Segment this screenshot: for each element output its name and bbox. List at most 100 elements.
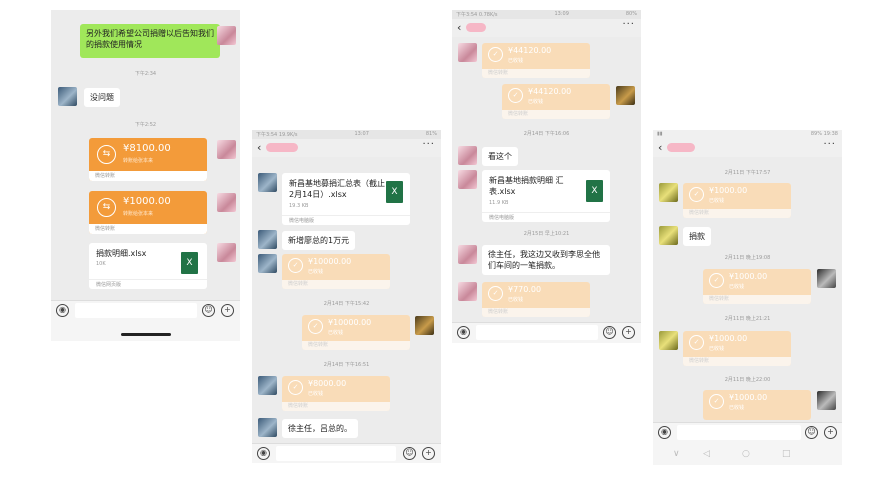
received-message-bubble[interactable]: 徐主任，我这边又收到李思全他们车间的一笔捐款。 (482, 245, 610, 275)
avatar[interactable] (659, 226, 678, 245)
received-message-bubble[interactable]: 看这个 (482, 147, 518, 166)
message-input[interactable] (276, 446, 396, 461)
transfer-card[interactable]: ✓ ¥770.00 已收钱 微信转账 (482, 282, 590, 317)
check-icon: ✓ (288, 380, 303, 395)
transfer-amount: ¥44120.00 (528, 87, 572, 96)
avatar[interactable] (217, 193, 236, 212)
transfer-card[interactable]: ✓ ¥1000.00 已收钱 微信转账 (683, 183, 791, 218)
emoji-icon[interactable]: ☺ (202, 304, 215, 317)
received-message-bubble[interactable]: 捐款 (683, 227, 711, 246)
emoji-icon[interactable]: ☺ (805, 426, 818, 439)
input-bar: ◉ ☺ + (252, 443, 441, 463)
avatar[interactable] (415, 316, 434, 335)
sent-message-bubble[interactable]: 另外我们希望公司捐赠以后告知我们的捐款使用情况 (80, 24, 220, 58)
transfer-amount: ¥10000.00 (308, 257, 352, 266)
timestamp: 2月14日 下午16:06 (523, 131, 570, 137)
transfer-card[interactable]: ✓ ¥10000.00 已收钱 微信转账 (302, 315, 410, 350)
back-icon[interactable]: ‹ (658, 141, 662, 154)
avatar[interactable] (659, 331, 678, 350)
avatar[interactable] (659, 183, 678, 202)
file-message[interactable]: 捐款明细.xlsx 10K X 微信网页版 (89, 243, 207, 289)
avatar[interactable] (458, 170, 477, 189)
transfer-card[interactable]: ✓ ¥44120.00 已收钱 微信转账 (502, 84, 610, 119)
avatar[interactable] (258, 173, 277, 192)
plus-icon[interactable]: + (824, 426, 837, 439)
received-message-bubble[interactable]: 新增廖总的1万元 (282, 231, 356, 250)
file-message[interactable]: 新昌基地捐款明细 汇表.xlsx 11.9 KB X 微信电脑版 (482, 170, 610, 222)
avatar[interactable] (258, 418, 277, 437)
avatar[interactable] (458, 282, 477, 301)
avatar[interactable] (616, 86, 635, 105)
transfer-note: 已收钱 (709, 346, 725, 352)
nav-back-icon[interactable]: ∨ (673, 449, 680, 459)
file-message[interactable]: 新昌基地募捐汇总表（截止2月14日）.xlsx 19.3 KB X 微信电脑版 (282, 173, 410, 225)
plus-icon[interactable]: + (622, 326, 635, 339)
plus-icon[interactable]: + (422, 447, 435, 460)
transfer-amount: ¥1000.00 (123, 196, 171, 207)
transfer-card[interactable]: ✓ ¥1000.00 已收钱 (703, 390, 811, 420)
transfer-amount: ¥10000.00 (328, 318, 372, 327)
message-input[interactable] (476, 325, 598, 340)
transfer-card[interactable]: ⇆ ¥1000.00 转账给张本来 微信转账 (89, 191, 207, 234)
check-icon: ✓ (488, 286, 503, 301)
check-icon: ✓ (689, 335, 704, 350)
avatar[interactable] (58, 87, 77, 106)
transfer-card[interactable]: ✓ ¥1000.00 已收钱 微信转账 (703, 269, 811, 304)
avatar[interactable] (217, 140, 236, 159)
status-center: 13:09 (554, 11, 569, 17)
excel-icon: X (181, 252, 198, 274)
transfer-card[interactable]: ⇆ ¥8100.00 转账给张本来 微信转账 (89, 138, 207, 181)
nav-recents-icon[interactable]: □ (782, 449, 791, 459)
contact-name-blurred (667, 143, 695, 152)
home-indicator[interactable] (121, 333, 171, 336)
transfer-card[interactable]: ✓ ¥1000.00 已收钱 微信转账 (683, 331, 791, 366)
transfer-icon: ⇆ (97, 198, 116, 217)
emoji-icon[interactable]: ☺ (403, 447, 416, 460)
file-size: 19.3 KB (289, 203, 309, 209)
avatar[interactable] (258, 230, 277, 249)
avatar[interactable] (217, 243, 236, 262)
avatar[interactable] (458, 43, 477, 62)
back-icon[interactable]: ‹ (257, 141, 261, 154)
transfer-amount: ¥770.00 (508, 285, 542, 294)
voice-icon[interactable]: ◉ (658, 426, 671, 439)
file-size: 11.9 KB (489, 200, 509, 206)
transfer-note: 已收钱 (508, 297, 524, 303)
chat-header: ‹ ··· (252, 139, 441, 157)
avatar[interactable] (458, 146, 477, 165)
timestamp: 2月14日 下午15:42 (323, 301, 370, 307)
voice-icon[interactable]: ◉ (257, 447, 270, 460)
transfer-card[interactable]: ✓ ¥8000.00 已收钱 微信转账 (282, 376, 390, 411)
received-message-bubble[interactable]: 没问题 (84, 88, 120, 107)
message-input[interactable] (75, 303, 197, 318)
file-name: 新昌基地募捐汇总表（截止2月14日）.xlsx (289, 179, 385, 199)
transfer-card[interactable]: ✓ ¥44120.00 已收钱 微信转账 (482, 43, 590, 78)
message-input[interactable] (677, 425, 801, 440)
status-bar: 下午3:54 19.9K/s 13:07 81% (252, 130, 441, 139)
received-message-bubble[interactable]: 徐主任，吕总的。 (282, 419, 358, 438)
voice-icon[interactable]: ◉ (56, 304, 69, 317)
nav-home-icon[interactable]: ○ (742, 449, 750, 459)
voice-icon[interactable]: ◉ (457, 326, 470, 339)
more-icon[interactable]: ··· (823, 139, 836, 150)
transfer-note: 已收钱 (328, 330, 344, 336)
nav-back-triangle-icon[interactable]: ◁ (703, 449, 710, 459)
transfer-card[interactable]: ✓ ¥10000.00 已收钱 微信转账 (282, 254, 390, 289)
signal-icon: ▮▮ (657, 131, 663, 137)
check-icon: ✓ (709, 394, 724, 409)
plus-icon[interactable]: + (221, 304, 234, 317)
avatar[interactable] (258, 254, 277, 273)
emoji-icon[interactable]: ☺ (603, 326, 616, 339)
avatar[interactable] (217, 26, 236, 45)
avatar[interactable] (817, 391, 836, 410)
more-icon[interactable]: ··· (422, 139, 435, 150)
avatar[interactable] (458, 245, 477, 264)
avatar[interactable] (817, 269, 836, 288)
back-icon[interactable]: ‹ (457, 21, 461, 34)
transfer-amount: ¥1000.00 (729, 272, 768, 281)
status-bar: ▮▮ 89% 19:38 (653, 130, 842, 139)
avatar[interactable] (258, 376, 277, 395)
more-icon[interactable]: ··· (622, 19, 635, 30)
contact-name-blurred (466, 23, 486, 32)
file-name: 新昌基地捐款明细 汇表.xlsx (489, 176, 564, 196)
